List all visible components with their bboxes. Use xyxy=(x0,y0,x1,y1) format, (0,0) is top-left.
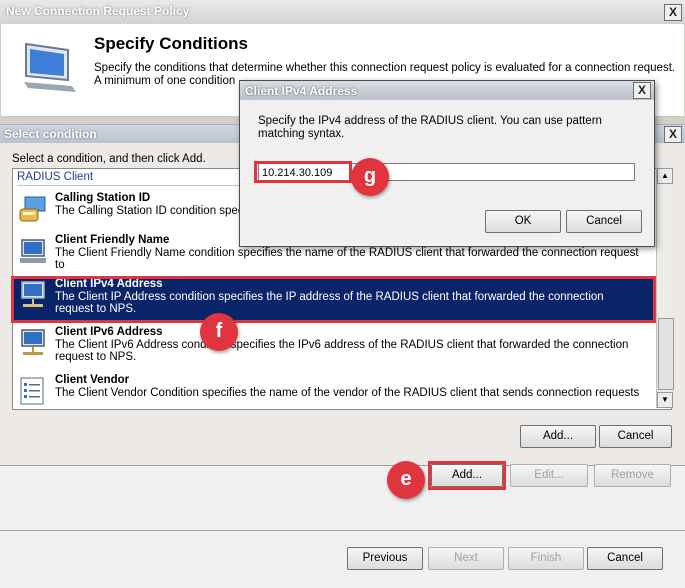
item-name: Client Friendly Name xyxy=(55,234,170,246)
ipv4-cancel-button[interactable]: Cancel xyxy=(566,210,642,233)
select-condition-instruction: Select a condition, and then click Add. xyxy=(12,153,206,165)
scroll-down-icon[interactable]: ▼ xyxy=(657,392,673,408)
ipv4-dialog-title: Client IPv4 Address xyxy=(245,84,358,98)
list-item-client-ipv6-address[interactable]: Client IPv6 Address The Client IPv6 Addr… xyxy=(13,325,655,369)
wizard-title: New Connection Request Policy xyxy=(6,4,190,18)
scroll-thumb[interactable] xyxy=(658,318,674,390)
callout-g-badge: g xyxy=(351,158,389,196)
previous-button[interactable]: Previous xyxy=(347,547,423,570)
wizard-titlebar: New Connection Request Policy X xyxy=(0,0,685,25)
page-title: Specify Conditions xyxy=(94,34,248,53)
ipv4-ok-button[interactable]: OK xyxy=(485,210,561,233)
wizard-cancel-button[interactable]: Cancel xyxy=(587,547,663,570)
condition-list-scrollbar[interactable]: ▲ ▼ xyxy=(656,168,674,408)
list-item-client-vendor[interactable]: Client Vendor The Client Vendor Conditio… xyxy=(13,373,655,409)
finish-button[interactable]: Finish xyxy=(508,547,584,570)
monitor-icon xyxy=(24,42,76,92)
phone-icon xyxy=(19,196,46,222)
ipv4-dialog-description: Specify the IPv4 address of the RADIUS c… xyxy=(258,115,602,140)
list-icon xyxy=(20,377,44,405)
wizard-close-button[interactable]: X xyxy=(664,4,682,21)
callout-e-badge: e xyxy=(387,461,425,499)
item-name: Calling Station ID xyxy=(55,192,151,204)
callout-highlight-g xyxy=(254,161,352,183)
select-condition-cancel-button[interactable]: Cancel xyxy=(599,425,672,448)
next-button[interactable]: Next xyxy=(428,547,504,570)
ipv4-dialog-titlebar: Client IPv4 Address X xyxy=(240,81,654,100)
select-condition-add-button[interactable]: Add... xyxy=(520,425,596,448)
callout-highlight-f xyxy=(11,276,656,323)
group-header: RADIUS Client xyxy=(17,171,94,183)
computer-icon xyxy=(20,239,46,263)
item-description: The Client Vendor Condition specifies th… xyxy=(55,387,640,399)
select-condition-title: Select condition xyxy=(4,127,97,141)
select-condition-close-button[interactable]: X xyxy=(664,126,682,143)
ipv4-dialog-close-button[interactable]: X xyxy=(633,82,651,99)
scroll-up-icon[interactable]: ▲ xyxy=(657,168,673,184)
callout-f-badge: f xyxy=(200,313,238,351)
item-name: Client Vendor xyxy=(55,374,130,386)
item-description: The Client IPv6 Address condition specif… xyxy=(55,339,629,363)
remove-condition-button[interactable]: Remove xyxy=(594,464,671,487)
network-computer-icon xyxy=(21,329,45,355)
item-name: Client IPv6 Address xyxy=(55,326,163,338)
callout-highlight-e xyxy=(428,461,506,490)
item-description: The Client Friendly Name condition speci… xyxy=(55,247,639,271)
divider xyxy=(0,530,685,531)
edit-condition-button[interactable]: Edit... xyxy=(510,464,588,487)
